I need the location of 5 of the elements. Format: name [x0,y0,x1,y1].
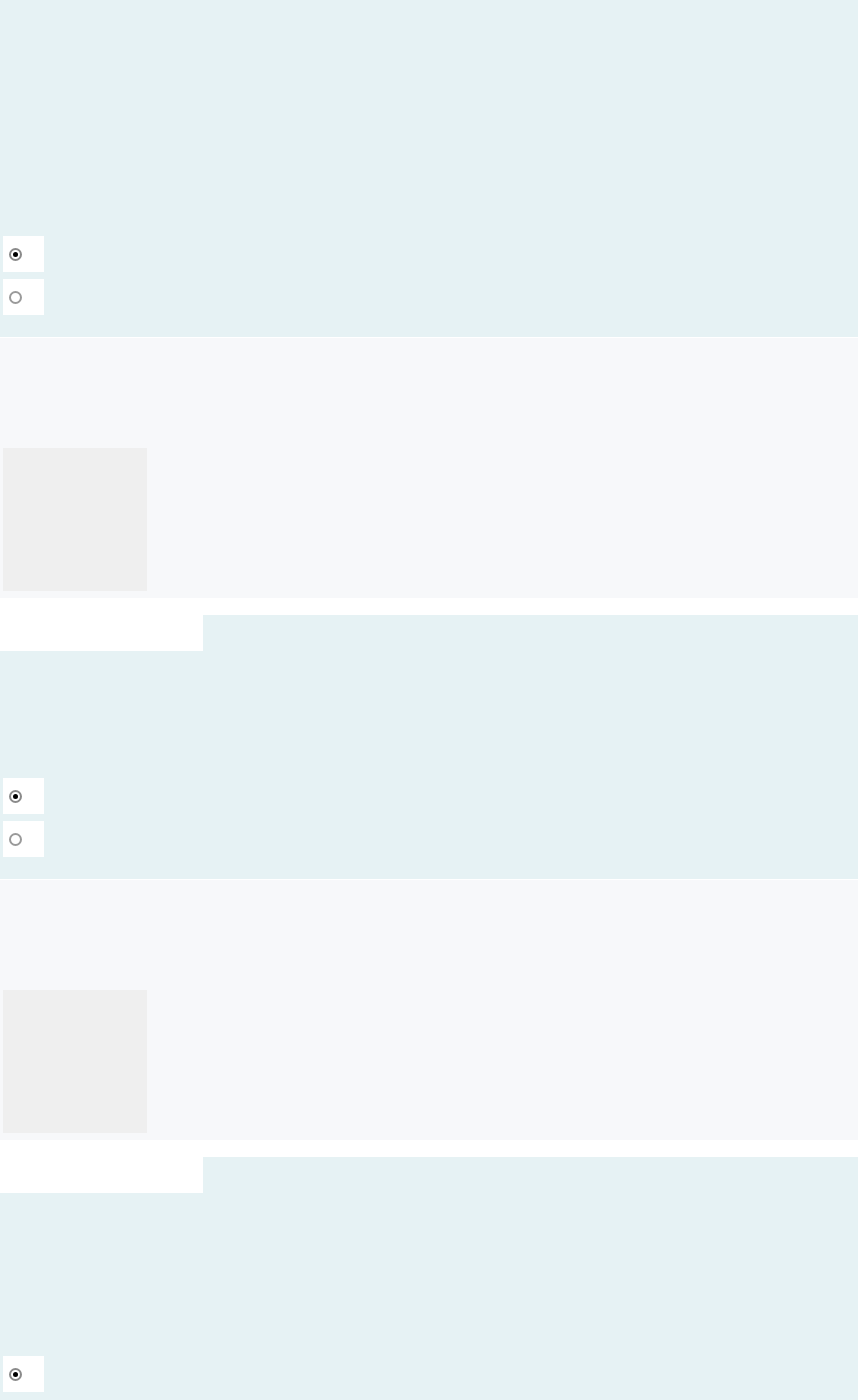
radio-button[interactable] [9,832,22,846]
radio-button[interactable] [9,789,22,803]
radio-button[interactable] [9,247,22,261]
radio-button[interactable] [9,1367,22,1381]
radio-button[interactable] [9,290,22,304]
